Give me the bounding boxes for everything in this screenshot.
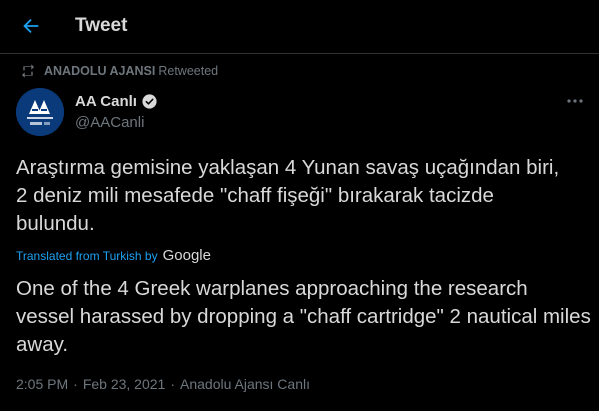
tweet-source[interactable]: Anadolu Ajansı Canlı <box>180 376 310 392</box>
author-handle[interactable]: @AACanli <box>75 114 144 131</box>
more-dots-icon <box>567 99 583 103</box>
separator: · <box>170 376 175 392</box>
avatar[interactable] <box>16 88 64 136</box>
retweet-icon <box>22 64 34 78</box>
retweet-context: ANADOLU AJANSI Retweeted <box>20 63 218 79</box>
separator: · <box>73 376 78 392</box>
author-name[interactable]: AA Canlı <box>75 93 137 110</box>
translated-tweet-text: One of the 4 Greek warplanes approaching… <box>16 277 591 356</box>
translated-label: Translated from Turkish by <box>16 248 158 263</box>
page-title: Tweet <box>75 15 128 36</box>
google-logo: Google <box>162 247 211 264</box>
retweeter-name[interactable]: ANADOLU AJANSI <box>44 64 155 78</box>
tweet-text: Araştırma gemisine yaklaşan 4 Yunan sava… <box>16 156 560 235</box>
more-options-button[interactable] <box>561 90 589 112</box>
translation-attribution: Translated from Turkish by Google <box>16 247 211 264</box>
author-name-row[interactable]: AA Canlı <box>75 93 158 110</box>
retweet-suffix: Retweeted <box>158 64 219 78</box>
tweet-date[interactable]: Feb 23, 2021 <box>83 376 166 392</box>
arrow-left-icon <box>23 18 39 34</box>
tweet-time[interactable]: 2:05 PM <box>16 376 68 392</box>
tweet-meta: 2:05 PM · Feb 23, 2021 · Anadolu Ajansı … <box>16 376 310 392</box>
top-bar: Tweet <box>0 0 599 54</box>
back-button[interactable] <box>14 9 48 43</box>
verified-badge-icon <box>142 94 157 109</box>
anadolu-ajansi-logo <box>16 88 64 136</box>
